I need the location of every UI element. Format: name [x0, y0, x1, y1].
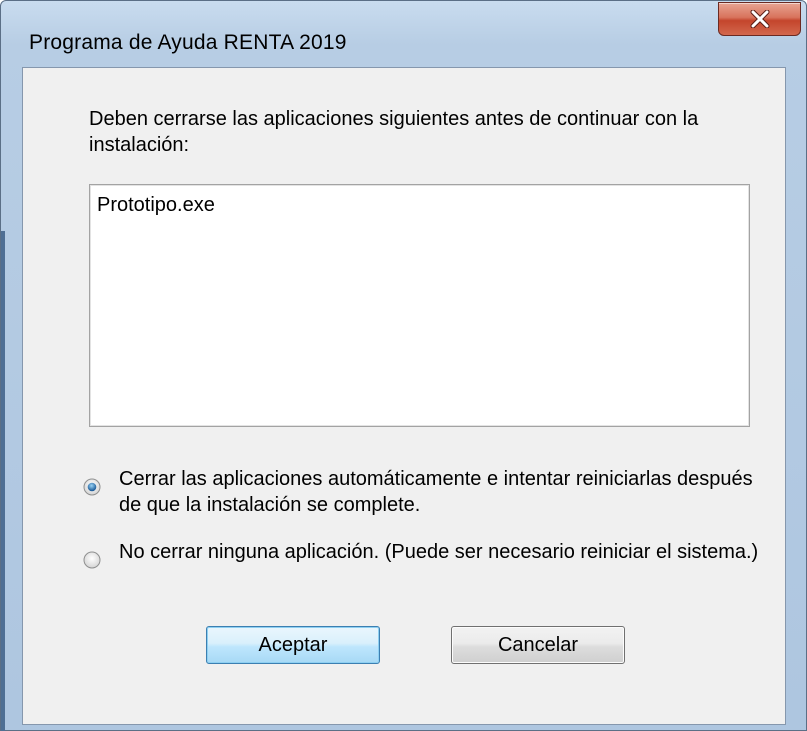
- radio-unselected-icon[interactable]: [83, 551, 101, 569]
- message-text: Deben cerrarse las aplicaciones siguient…: [89, 108, 699, 156]
- window-title: Programa de Ayuda RENTA 2019: [29, 31, 347, 54]
- accept-button[interactable]: Aceptar: [206, 626, 380, 664]
- list-item[interactable]: Prototipo.exe: [97, 194, 215, 217]
- option-close-apps-label: Cerrar las aplicaciones automáticamente …: [119, 468, 753, 516]
- dialog-body: Deben cerrarse las aplicaciones siguient…: [22, 67, 786, 725]
- cancel-button[interactable]: Cancelar: [451, 626, 625, 664]
- window-edge: [1, 231, 5, 731]
- option-do-not-close-label: No cerrar ninguna aplicación. (Puede ser…: [119, 541, 759, 563]
- close-button[interactable]: [718, 2, 801, 36]
- radio-selected-icon[interactable]: [83, 478, 101, 496]
- dialog-window: Programa de Ayuda RENTA 2019 Deben cerra…: [0, 0, 807, 731]
- applications-listbox[interactable]: Prototipo.exe: [89, 184, 750, 427]
- close-icon: [750, 10, 769, 28]
- title-bar[interactable]: Programa de Ayuda RENTA 2019: [1, 1, 806, 67]
